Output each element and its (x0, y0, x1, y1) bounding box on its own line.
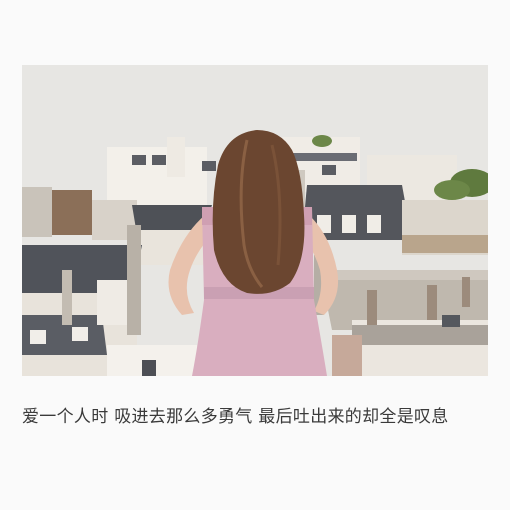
right-buildings (314, 255, 488, 376)
photo-illustration (22, 65, 488, 376)
photo (22, 65, 488, 376)
caption-text: 爱一个人时 吸进去那么多勇气 最后吐出来的却全是叹息 (22, 407, 449, 427)
